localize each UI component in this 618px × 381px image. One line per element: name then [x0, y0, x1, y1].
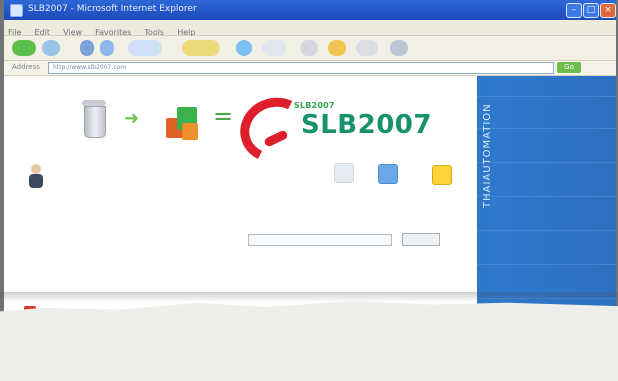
quick-icon-2[interactable]: [378, 164, 398, 184]
hint-title: [260, 257, 380, 265]
title-bar[interactable]: SLB2007 - Microsoft Internet Explorer – …: [4, 0, 616, 20]
warning-icon[interactable]: [432, 165, 452, 185]
discuss-button[interactable]: [390, 40, 408, 56]
history-button[interactable]: [262, 40, 286, 56]
quick-label-2: [364, 184, 410, 198]
orange-box: [182, 123, 198, 140]
screenshot-stage: SLB2007 - Microsoft Internet Explorer – …: [0, 0, 618, 381]
close-button[interactable]: ×: [600, 3, 616, 18]
search-title: [252, 221, 332, 231]
brand-main-text: SLB2007: [301, 110, 432, 140]
refresh-button[interactable]: [80, 40, 94, 56]
media-button[interactable]: [236, 40, 252, 56]
panel-line: [477, 230, 616, 231]
quick-label-1: [318, 184, 364, 198]
quick-label-3: [416, 185, 462, 199]
search-button[interactable]: [128, 40, 162, 56]
minimize-button[interactable]: –: [566, 3, 582, 18]
print-button[interactable]: [328, 40, 346, 56]
favorites-button[interactable]: [182, 40, 220, 56]
edit-button[interactable]: [356, 40, 378, 56]
back-button[interactable]: [12, 40, 36, 56]
browser-icon: [10, 4, 23, 17]
left-section-title[interactable]: [24, 220, 174, 230]
left-section-subtitle: [26, 236, 216, 244]
equals-icon: =: [213, 102, 234, 130]
window-title: SLB2007 - Microsoft Internet Explorer: [28, 4, 197, 14]
avatar-head: [31, 164, 41, 174]
mail-button[interactable]: [300, 40, 318, 56]
go-button[interactable]: Go: [557, 62, 581, 73]
address-input[interactable]: http://www.slb2007.com: [48, 62, 554, 74]
user-info: [62, 168, 202, 208]
avatar: [28, 164, 44, 188]
address-bar: Address http://www.slb2007.com Go: [4, 61, 616, 76]
menu-bar: File Edit View Favorites Tools Help: [4, 20, 616, 37]
quick-icon-1[interactable]: [334, 163, 354, 183]
paper-shadow: [0, 292, 618, 302]
forward-button[interactable]: [42, 40, 60, 56]
recycle-bin-graphic: [80, 98, 108, 140]
address-label: Address: [12, 63, 40, 71]
maximize-button[interactable]: □: [583, 3, 599, 18]
avatar-body: [29, 174, 43, 188]
panel-line: [477, 264, 616, 265]
toolbar: [4, 36, 616, 61]
bin-body: [84, 106, 106, 138]
product-box-graphic: [166, 107, 202, 141]
search-input[interactable]: [248, 234, 392, 246]
panel-vertical-text: THAIAUTOMATION: [482, 103, 493, 208]
home-button[interactable]: [100, 40, 114, 56]
search-button[interactable]: [402, 233, 440, 246]
arrow-right-icon: ➜: [124, 108, 140, 129]
hint-links: [260, 266, 380, 278]
